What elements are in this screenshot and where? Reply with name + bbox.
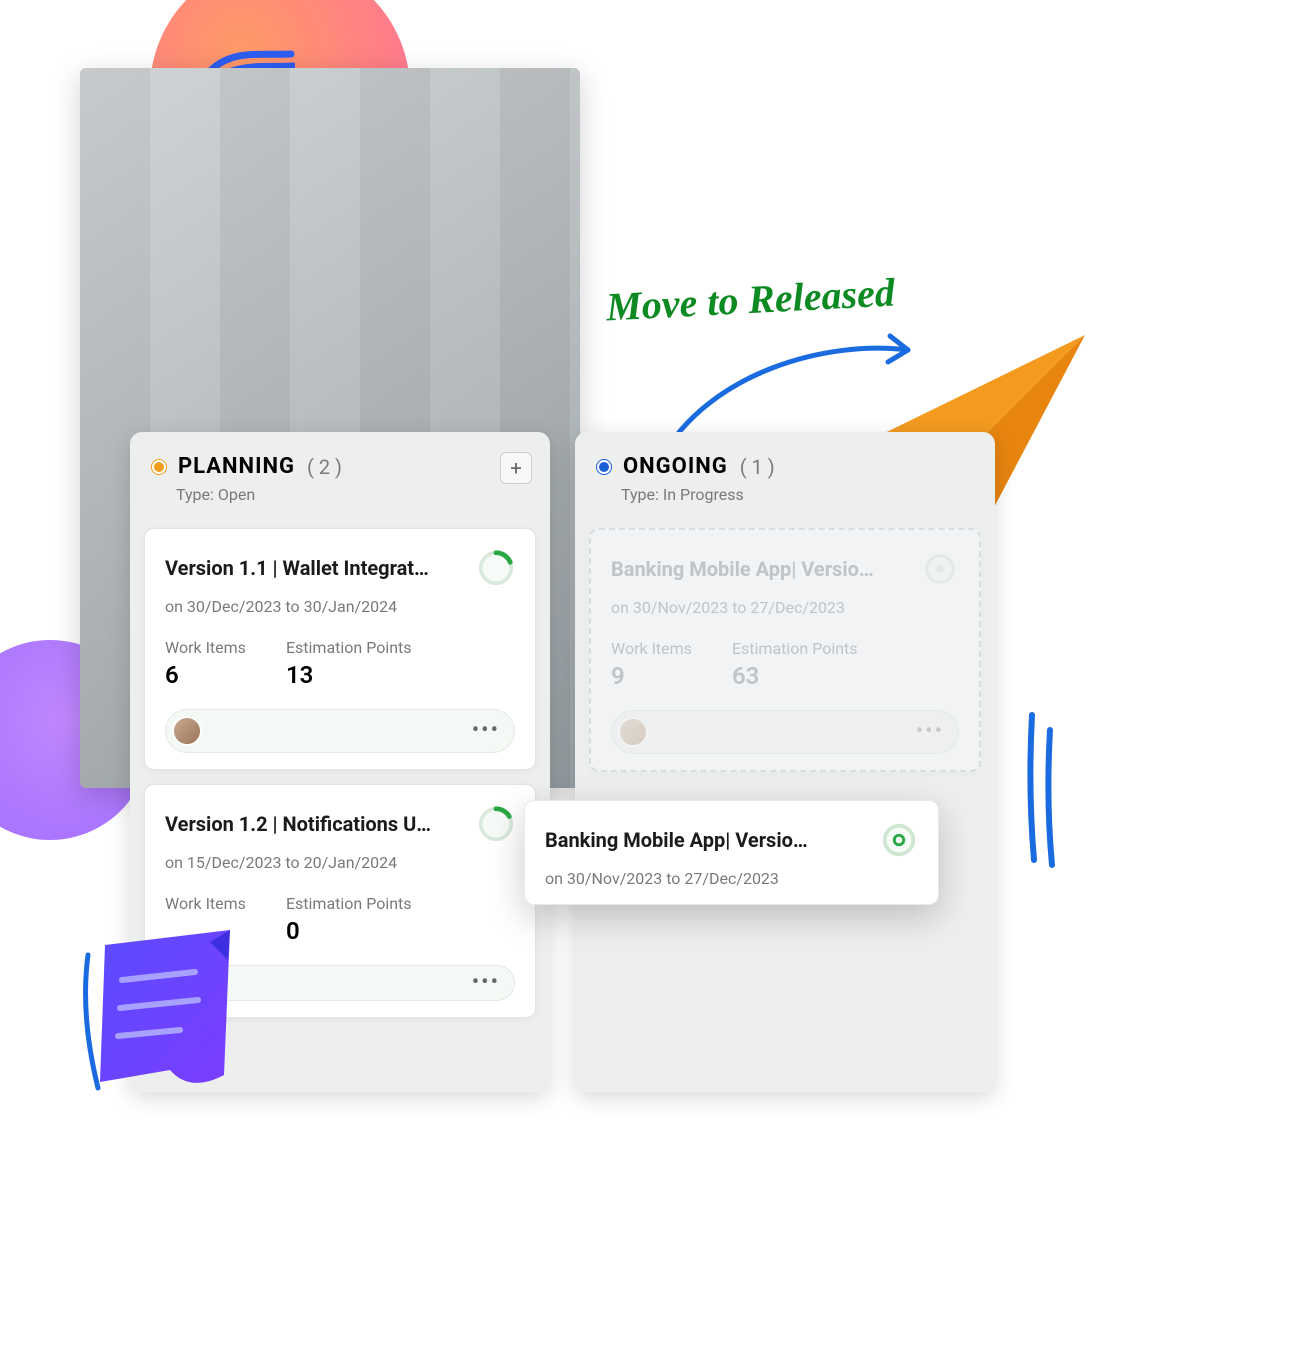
column-subtitle: Type: Open xyxy=(176,485,528,504)
column-subtitle: Type: In Progress xyxy=(621,485,973,504)
column-count: ( 1 ) xyxy=(740,455,775,479)
column-count: ( 2 ) xyxy=(307,455,342,479)
estimation-points-label: Estimation Points xyxy=(286,638,412,657)
card-date-range: on 30/Nov/2023 to 27/Dec/2023 xyxy=(611,598,959,617)
release-card-placeholder: Banking Mobile App| Versio… on 30/Nov/20… xyxy=(589,528,981,772)
column-title: ONGOING xyxy=(623,454,728,479)
more-icon[interactable]: ••• xyxy=(472,720,500,742)
card-title: Version 1.2 | Notifications U… xyxy=(165,812,465,836)
work-items-value: 6 xyxy=(165,661,246,689)
avatar[interactable] xyxy=(172,716,202,746)
work-items-label: Work Items xyxy=(165,638,246,657)
status-dot-icon xyxy=(597,460,611,474)
card-title: Banking Mobile App| Versio… xyxy=(611,557,909,581)
more-icon[interactable]: ••• xyxy=(472,972,500,994)
release-card[interactable]: Version 1.1 | Wallet Integrat… on 30/Dec… xyxy=(144,528,536,770)
column-title: PLANNING xyxy=(178,454,295,479)
progress-ring-icon xyxy=(921,550,959,588)
annotation-label: Move to Released xyxy=(605,268,896,330)
card-footer: ••• xyxy=(611,710,959,754)
card-footer: ••• xyxy=(165,709,515,753)
card-date-range: on 15/Dec/2023 to 20/Jan/2024 xyxy=(165,853,515,872)
sticky-note-icon xyxy=(80,920,240,1100)
work-items-value: 9 xyxy=(611,662,692,690)
estimation-points-value: 63 xyxy=(732,662,858,690)
card-title: Banking Mobile App| Versio… xyxy=(545,828,868,852)
estimation-points-value: 0 xyxy=(286,917,412,945)
estimation-points-label: Estimation Points xyxy=(732,639,858,658)
progress-ring-icon xyxy=(880,821,918,859)
progress-ring-icon xyxy=(477,805,515,843)
avatar xyxy=(618,717,648,747)
work-items-label: Work Items xyxy=(611,639,692,658)
card-title: Version 1.1 | Wallet Integrat… xyxy=(165,556,465,580)
column-header-ongoing: ONGOING ( 1 ) Type: In Progress xyxy=(575,432,995,514)
status-dot-icon xyxy=(152,460,166,474)
decorative-squiggle-icon xyxy=(1020,710,1060,870)
card-date-range: on 30/Dec/2023 to 30/Jan/2024 xyxy=(165,597,515,616)
add-card-button[interactable]: + xyxy=(500,452,532,484)
estimation-points-label: Estimation Points xyxy=(286,894,412,913)
release-card-dragging[interactable]: Banking Mobile App| Versio… on 30/Nov/20… xyxy=(524,800,939,905)
work-items-label: Work Items xyxy=(165,894,246,913)
estimation-points-value: 13 xyxy=(286,661,412,689)
column-header-planning: PLANNING ( 2 ) Type: Open + xyxy=(130,432,550,514)
card-date-range: on 30/Nov/2023 to 27/Dec/2023 xyxy=(545,869,918,888)
progress-ring-icon xyxy=(477,549,515,587)
column-ongoing: ONGOING ( 1 ) Type: In Progress Banking … xyxy=(575,432,995,1092)
more-icon: ••• xyxy=(916,721,944,743)
